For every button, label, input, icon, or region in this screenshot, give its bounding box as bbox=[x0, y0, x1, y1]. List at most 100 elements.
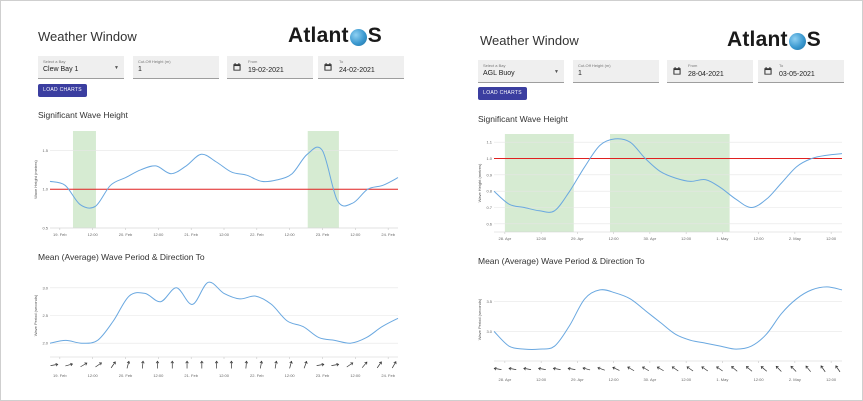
cutoff-height-label: Cut-Off Height (m) bbox=[578, 63, 611, 68]
direction-arrow bbox=[508, 366, 517, 371]
load-charts-button[interactable]: LOAD CHARTS bbox=[478, 87, 527, 100]
x-tick-label: 2. May bbox=[789, 236, 801, 241]
direction-arrow bbox=[597, 366, 605, 371]
series-line bbox=[493, 286, 843, 350]
wave-height-title: Significant Wave Height bbox=[478, 114, 568, 124]
y-tick-label: 0.7 bbox=[486, 205, 492, 210]
y-tick-label: 3.0 bbox=[42, 285, 48, 290]
calendar-icon[interactable] bbox=[324, 63, 332, 71]
weather-window-band bbox=[504, 134, 574, 232]
x-tick-label: 30. Apr bbox=[644, 236, 657, 241]
arrow-shaft bbox=[761, 366, 767, 372]
to-date-field[interactable]: To 03-05-2021 bbox=[758, 60, 844, 83]
calendar-icon[interactable] bbox=[673, 67, 681, 75]
direction-arrow bbox=[775, 365, 782, 372]
direction-arrow bbox=[627, 366, 635, 372]
direction-arrow bbox=[582, 366, 591, 371]
x-tick-label: 12:00 bbox=[681, 236, 692, 241]
to-date-label: To bbox=[339, 59, 344, 64]
direction-arrow bbox=[110, 361, 116, 369]
direction-arrow bbox=[155, 360, 160, 369]
atlantos-logo: Atlant S bbox=[727, 28, 821, 52]
direction-arrow bbox=[289, 360, 293, 369]
cutoff-height-label: Cut-Off Height (m) bbox=[138, 59, 171, 64]
direction-arrow bbox=[731, 366, 738, 372]
x-tick-label: 22. Feb bbox=[250, 373, 264, 378]
x-tick-label: 1. May bbox=[716, 377, 728, 382]
x-tick-label: 12:00 bbox=[609, 377, 620, 382]
direction-arrow bbox=[170, 360, 174, 369]
direction-arrow bbox=[716, 366, 723, 372]
arrow-shaft bbox=[361, 362, 367, 368]
cutoff-height-field[interactable]: Cut-Off Height (m) 1 bbox=[133, 56, 219, 79]
weather-window-band bbox=[610, 134, 730, 232]
direction-arrow bbox=[745, 366, 753, 372]
from-date-value: 28-04-2021 bbox=[688, 71, 724, 78]
x-tick-label: 12:00 bbox=[681, 377, 692, 382]
wave-period-chart: 3.5 3.0 Wave Period (seconds) 28. Apr 12:00 2… bbox=[477, 286, 843, 382]
x-tick-label: 12:00 bbox=[754, 236, 765, 241]
x-tick-label: 12:00 bbox=[826, 377, 837, 382]
direction-arrow bbox=[805, 365, 811, 372]
chevron-down-icon[interactable]: ▼ bbox=[554, 69, 559, 75]
direction-arrow bbox=[820, 365, 826, 373]
from-date-label: From bbox=[688, 63, 698, 68]
direction-arrow bbox=[214, 360, 219, 369]
from-date-field[interactable]: From 28-04-2021 bbox=[667, 60, 753, 83]
x-tick-label: 20. Feb bbox=[119, 373, 133, 378]
calendar-icon[interactable] bbox=[764, 67, 772, 75]
direction-arrow bbox=[316, 362, 325, 367]
cutoff-height-value: 1 bbox=[138, 66, 142, 73]
bay-select[interactable]: Select a Bay AGL Buoy ▼ bbox=[478, 60, 564, 83]
calendar-icon[interactable] bbox=[233, 63, 241, 71]
to-date-value: 24-02-2021 bbox=[339, 67, 375, 74]
x-tick-label: 12:00 bbox=[153, 373, 164, 378]
direction-arrow bbox=[835, 365, 841, 373]
cutoff-height-field[interactable]: Cut-Off Height (m) 1 bbox=[573, 60, 659, 83]
wave-height-chart: 1.5 1.0 0.5 Wave Height (metres) 19. Feb 12:0… bbox=[33, 131, 399, 237]
wave-height-chart: 1.1 1.0 0.9 0.8 0.7 0.6 Wave Height (metres) 28… bbox=[477, 134, 843, 241]
y-tick-label: 3.5 bbox=[486, 299, 492, 304]
direction-arrow bbox=[303, 360, 308, 369]
y-tick-label: 0.8 bbox=[486, 189, 492, 194]
to-date-field[interactable]: To 24-02-2021 bbox=[318, 56, 404, 79]
x-tick-label: 12:00 bbox=[88, 373, 99, 378]
series-line bbox=[49, 146, 399, 209]
load-charts-button[interactable]: LOAD CHARTS bbox=[38, 84, 87, 97]
direction-arrow bbox=[80, 362, 88, 368]
chevron-down-icon[interactable]: ▼ bbox=[114, 65, 119, 71]
x-tick-label: 12:00 bbox=[536, 377, 547, 382]
logo-text-right: S bbox=[367, 24, 382, 47]
bay-select[interactable]: Select a Bay Clew Bay 1 ▼ bbox=[38, 56, 124, 79]
wave-height-title: Significant Wave Height bbox=[38, 110, 128, 120]
x-tick-label: 12:00 bbox=[153, 232, 164, 237]
wave-period-title: Mean (Average) Wave Period & Direction T… bbox=[478, 256, 645, 266]
direction-arrow bbox=[244, 360, 249, 369]
bay-select-value: AGL Buoy bbox=[483, 70, 515, 77]
direction-arrow bbox=[274, 360, 278, 369]
from-date-field[interactable]: From 19-02-2021 bbox=[227, 56, 313, 79]
page-title: Weather Window bbox=[38, 29, 137, 44]
from-date-value: 19-02-2021 bbox=[248, 67, 284, 74]
atlantos-logo: Atlant S bbox=[288, 24, 382, 48]
arrow-shaft bbox=[776, 366, 782, 372]
x-tick-label: 12:00 bbox=[826, 236, 837, 241]
from-date-label: From bbox=[248, 59, 258, 64]
direction-arrow bbox=[686, 366, 694, 372]
direction-arrow bbox=[376, 361, 382, 369]
arrow-shaft bbox=[142, 361, 144, 369]
x-tick-label: 28. Apr bbox=[499, 236, 512, 241]
x-tick-label: 12:00 bbox=[285, 373, 296, 378]
arrow-shaft bbox=[731, 366, 738, 372]
x-tick-label: 12:00 bbox=[754, 377, 765, 382]
globe-icon bbox=[788, 32, 806, 50]
weather-window-panel-2: Weather Window Atlant S Select a Bay AGL … bbox=[437, 0, 863, 401]
direction-arrow bbox=[346, 362, 354, 368]
x-tick-label: 30. Apr bbox=[644, 377, 657, 382]
bay-select-label: Select a Bay bbox=[43, 59, 66, 64]
page-title: Weather Window bbox=[480, 33, 579, 48]
bay-select-label: Select a Bay bbox=[483, 63, 506, 68]
direction-arrow bbox=[701, 366, 709, 372]
y-tick-label: 1.1 bbox=[486, 140, 492, 145]
x-tick-label: 12:00 bbox=[88, 232, 99, 237]
